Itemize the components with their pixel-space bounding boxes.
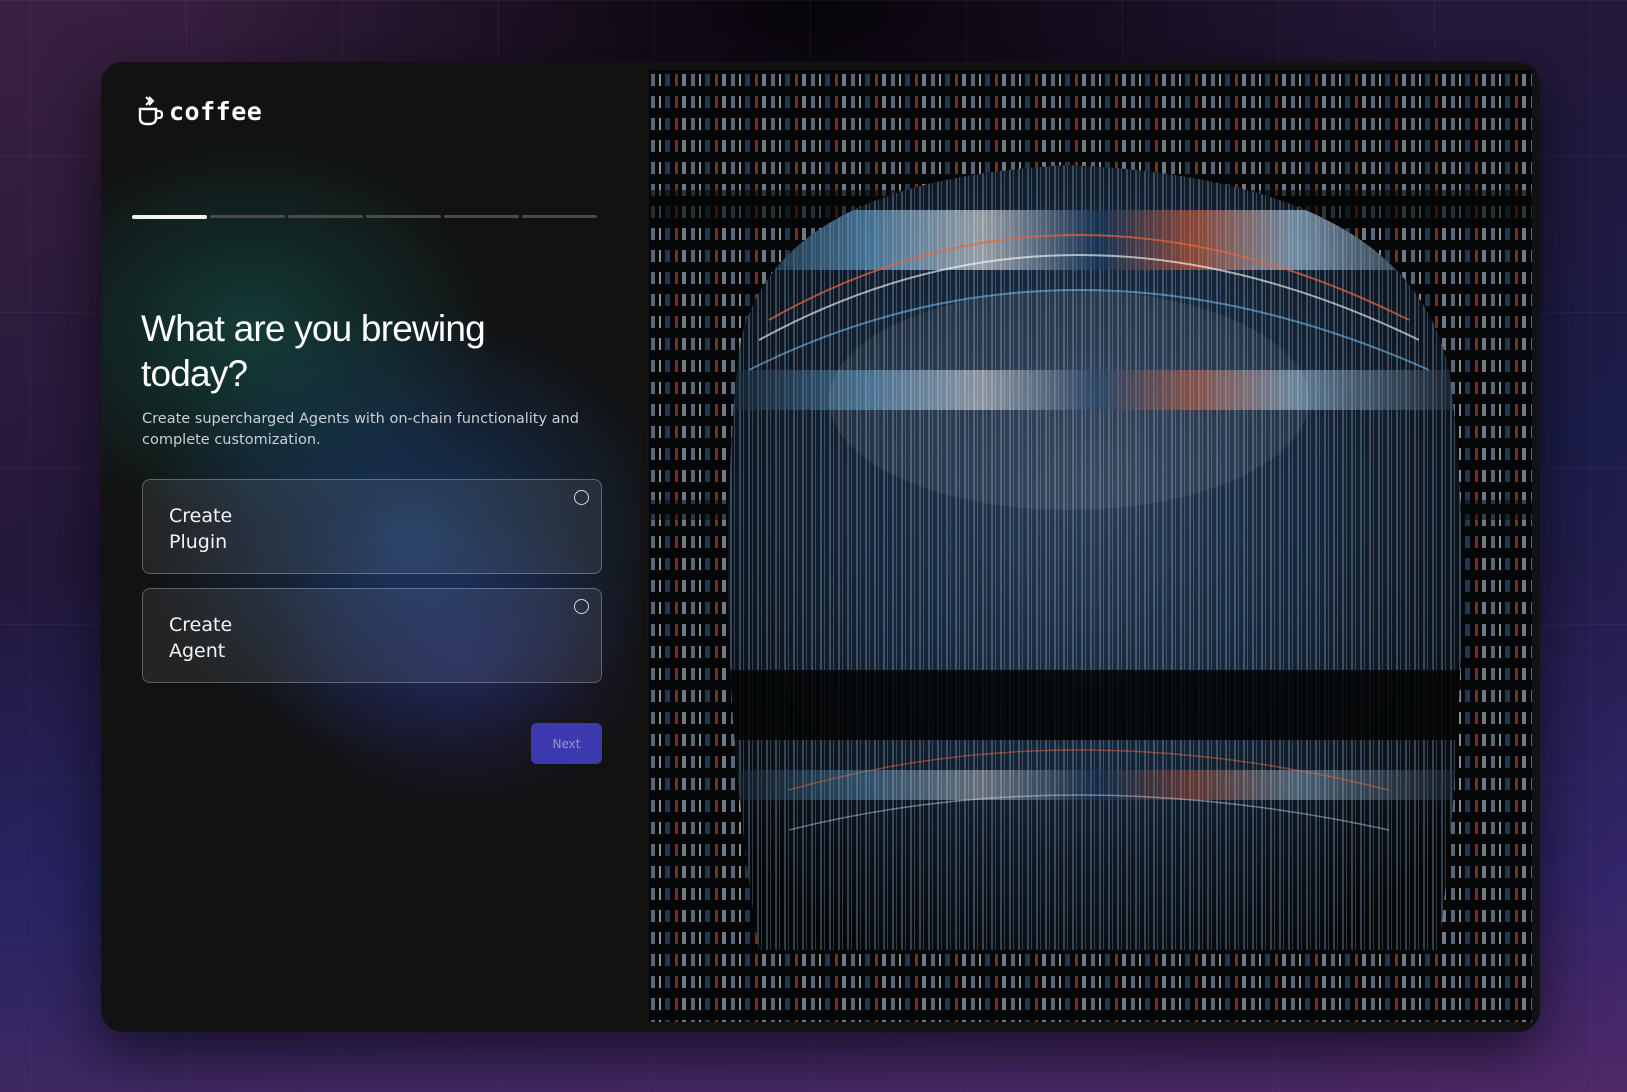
page-title: What are you brewing today? [141, 308, 486, 394]
progress-step-4 [366, 215, 441, 218]
onboarding-card: coffee What are you brewing today? Creat… [101, 62, 1540, 1032]
step-progress-bar [132, 215, 597, 219]
coffee-cup-icon [138, 96, 163, 126]
option-create-agent[interactable]: Create Agent [142, 588, 602, 683]
progress-step-1 [132, 215, 207, 219]
create-agent-radio[interactable] [574, 599, 589, 614]
option-create-plugin-label: Create Plugin [169, 505, 233, 553]
progress-step-6 [522, 215, 597, 218]
brand-name: coffee [169, 96, 263, 126]
create-plugin-radio[interactable] [574, 490, 589, 505]
page-subtitle: Create supercharged Agents with on-chain… [142, 411, 579, 448]
option-create-plugin[interactable]: Create Plugin [142, 479, 602, 574]
progress-step-5 [444, 215, 519, 218]
option-create-agent-label: Create Agent [169, 614, 233, 662]
brand-logo: coffee [137, 96, 262, 126]
onboarding-form-panel: coffee What are you brewing today? Creat… [101, 62, 641, 1032]
hero-artwork [649, 70, 1532, 1022]
progress-step-2 [210, 215, 285, 218]
progress-step-3 [288, 215, 363, 218]
next-button[interactable]: Next [531, 723, 602, 764]
abstract-glitch-artwork [649, 70, 1532, 1022]
